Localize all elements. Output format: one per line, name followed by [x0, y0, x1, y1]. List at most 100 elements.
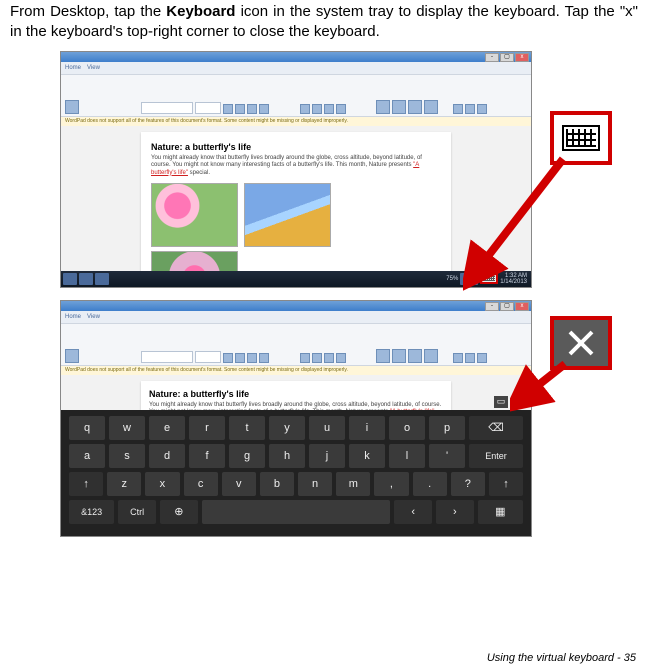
key-t[interactable]: t: [229, 416, 265, 440]
key-numsym[interactable]: &123: [69, 500, 114, 524]
key-apostrophe[interactable]: ': [429, 444, 465, 468]
size-select[interactable]: [195, 351, 221, 363]
key-d[interactable]: d: [149, 444, 185, 468]
tray-keyboard-icon[interactable]: [480, 273, 498, 284]
system-tray: 75% 1:32 AM 1/14/2013: [446, 273, 529, 285]
key-v[interactable]: v: [222, 472, 256, 496]
key-w[interactable]: w: [109, 416, 145, 440]
key-e[interactable]: e: [149, 416, 185, 440]
key-comma[interactable]: ,: [374, 472, 408, 496]
list-icon[interactable]: [336, 353, 346, 363]
paint-icon[interactable]: [392, 349, 406, 363]
object-icon[interactable]: [424, 100, 438, 114]
key-m[interactable]: m: [336, 472, 370, 496]
key-n[interactable]: n: [298, 472, 332, 496]
start-button[interactable]: [63, 273, 77, 285]
bold-icon[interactable]: [223, 353, 233, 363]
key-layout[interactable]: ▦: [478, 500, 523, 524]
key-y[interactable]: y: [269, 416, 305, 440]
align-left-icon[interactable]: [300, 104, 310, 114]
tab-view[interactable]: View: [87, 65, 100, 71]
align-left-icon[interactable]: [300, 353, 310, 363]
paint-icon[interactable]: [392, 100, 406, 114]
underline-icon[interactable]: [247, 104, 257, 114]
key-z[interactable]: z: [107, 472, 141, 496]
find-icon[interactable]: [453, 104, 463, 114]
align-center-icon[interactable]: [312, 104, 322, 114]
tray-clock[interactable]: 1:32 AM 1/14/2013: [500, 273, 529, 285]
minimize-button[interactable]: -: [485, 302, 499, 311]
maximize-button[interactable]: ▢: [500, 302, 514, 311]
key-l[interactable]: l: [389, 444, 425, 468]
align-right-icon[interactable]: [324, 104, 334, 114]
key-globe[interactable]: ⊕: [160, 500, 198, 524]
tab-home[interactable]: Home: [65, 314, 81, 320]
italic-icon[interactable]: [235, 104, 245, 114]
key-space[interactable]: [202, 500, 391, 524]
osk-row1: q w e r t y u i o p ⌫: [69, 416, 523, 440]
tray-volume-icon[interactable]: [470, 273, 478, 285]
italic-icon[interactable]: [235, 353, 245, 363]
font-select[interactable]: [141, 102, 193, 114]
size-select[interactable]: [195, 102, 221, 114]
key-j[interactable]: j: [309, 444, 345, 468]
object-icon[interactable]: [424, 349, 438, 363]
tab-home[interactable]: Home: [65, 65, 81, 71]
key-shift-right[interactable]: ↑: [489, 472, 523, 496]
key-a[interactable]: a: [69, 444, 105, 468]
bold-icon[interactable]: [223, 104, 233, 114]
key-h[interactable]: h: [269, 444, 305, 468]
osk-dock-icon[interactable]: ▭: [494, 396, 508, 408]
close-button[interactable]: x: [515, 53, 529, 62]
key-right[interactable]: ›: [436, 500, 474, 524]
key-period[interactable]: .: [413, 472, 447, 496]
key-f[interactable]: f: [189, 444, 225, 468]
picture-icon[interactable]: [376, 349, 390, 363]
color-icon[interactable]: [259, 104, 269, 114]
key-enter[interactable]: Enter: [469, 444, 523, 468]
align-center-icon[interactable]: [312, 353, 322, 363]
key-left[interactable]: ‹: [394, 500, 432, 524]
key-x[interactable]: x: [145, 472, 179, 496]
key-backspace[interactable]: ⌫: [469, 416, 523, 440]
maximize-button[interactable]: ▢: [500, 53, 514, 62]
key-q[interactable]: q: [69, 416, 105, 440]
datetime-icon[interactable]: [408, 100, 422, 114]
selectall-icon[interactable]: [477, 104, 487, 114]
replace-icon[interactable]: [465, 104, 475, 114]
close-x-icon: [565, 327, 597, 359]
key-ctrl[interactable]: Ctrl: [118, 500, 156, 524]
underline-icon[interactable]: [247, 353, 257, 363]
color-icon[interactable]: [259, 353, 269, 363]
key-b[interactable]: b: [260, 472, 294, 496]
key-i[interactable]: i: [349, 416, 385, 440]
key-question[interactable]: ?: [451, 472, 485, 496]
tab-view[interactable]: View: [87, 314, 100, 320]
task-explorer[interactable]: [95, 273, 109, 285]
compat-warning-text: WordPad does not support all of the feat…: [65, 367, 348, 373]
minimize-button[interactable]: -: [485, 53, 499, 62]
picture-icon[interactable]: [376, 100, 390, 114]
key-p[interactable]: p: [429, 416, 465, 440]
key-u[interactable]: u: [309, 416, 345, 440]
tray-network-icon[interactable]: [460, 273, 468, 285]
selectall-icon[interactable]: [477, 353, 487, 363]
paste-icon[interactable]: [65, 100, 79, 114]
key-shift-left[interactable]: ↑: [69, 472, 103, 496]
align-right-icon[interactable]: [324, 353, 334, 363]
font-select[interactable]: [141, 351, 193, 363]
find-icon[interactable]: [453, 353, 463, 363]
key-g[interactable]: g: [229, 444, 265, 468]
paste-icon[interactable]: [65, 349, 79, 363]
task-ie[interactable]: [79, 273, 93, 285]
replace-icon[interactable]: [465, 353, 475, 363]
key-c[interactable]: c: [184, 472, 218, 496]
key-s[interactable]: s: [109, 444, 145, 468]
key-k[interactable]: k: [349, 444, 385, 468]
datetime-icon[interactable]: [408, 349, 422, 363]
key-o[interactable]: o: [389, 416, 425, 440]
osk-close-button[interactable]: x: [511, 396, 525, 408]
list-icon[interactable]: [336, 104, 346, 114]
key-r[interactable]: r: [189, 416, 225, 440]
close-button[interactable]: x: [515, 302, 529, 311]
